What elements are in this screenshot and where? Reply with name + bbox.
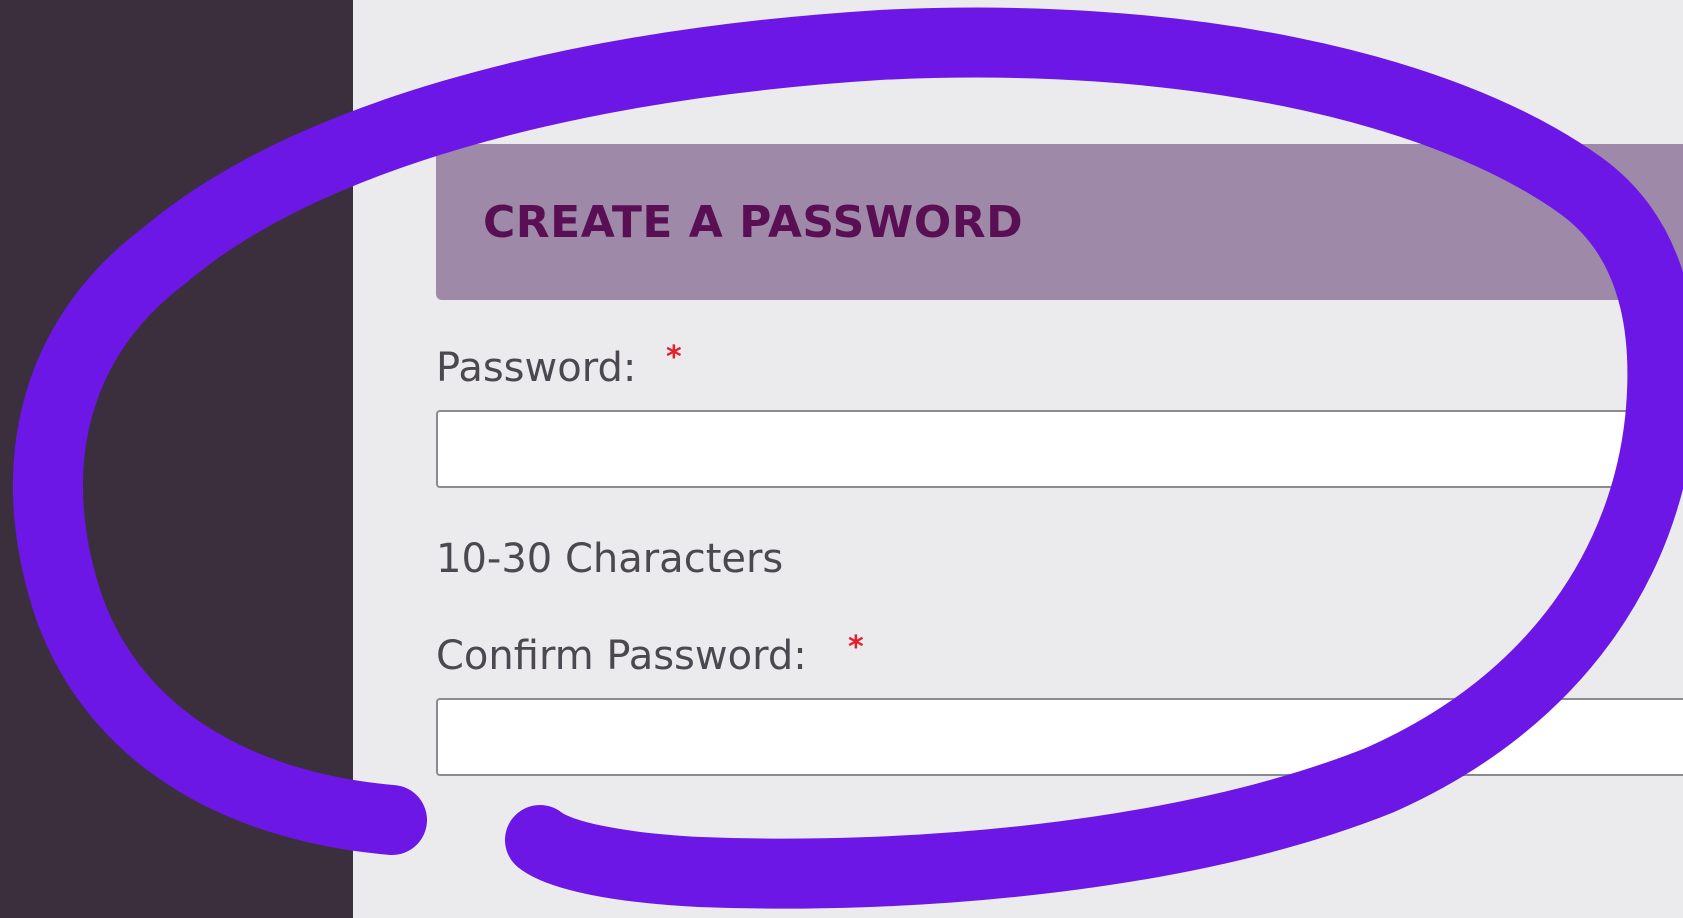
confirm-password-input[interactable]: [436, 698, 1683, 776]
page-title: CREATE A PASSWORD: [483, 196, 1024, 248]
password-required-marker: *: [666, 340, 682, 375]
sidebar: [0, 0, 353, 918]
password-input[interactable]: [436, 410, 1683, 488]
confirm-password-required-marker: *: [848, 630, 864, 665]
password-length-hint: 10-30 Characters: [436, 536, 784, 582]
password-label: Password:: [436, 345, 637, 391]
confirm-password-label: Confirm Password:: [436, 633, 807, 679]
section-header: CREATE A PASSWORD: [436, 144, 1683, 300]
